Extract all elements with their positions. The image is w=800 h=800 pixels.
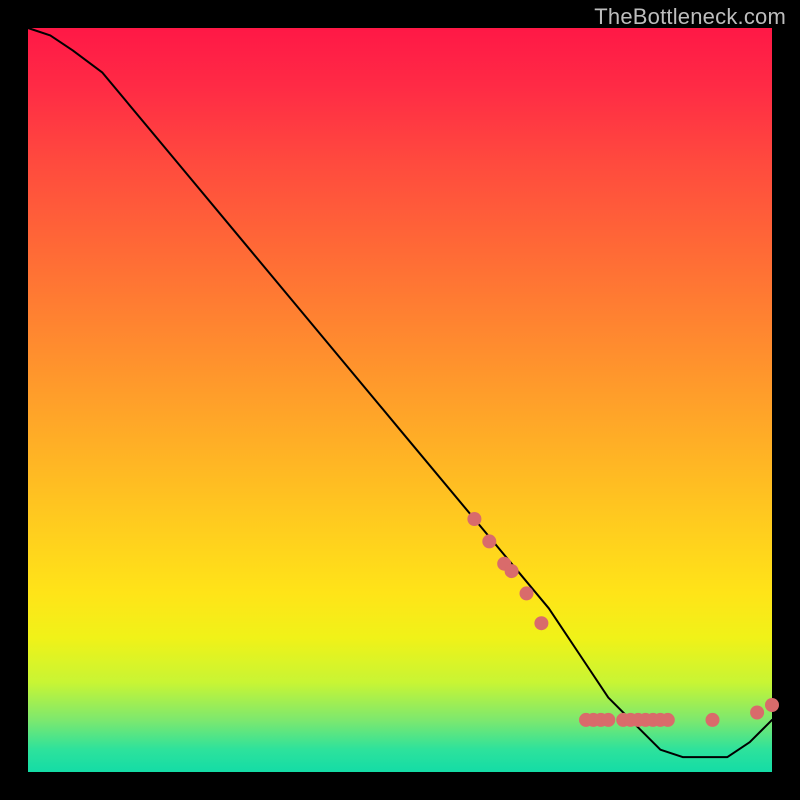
marker-point [505, 564, 519, 578]
marker-group [467, 512, 779, 727]
marker-point [520, 586, 534, 600]
marker-point [482, 534, 496, 548]
watermark-label: TheBottleneck.com [594, 4, 786, 30]
bottleneck-curve-line [28, 28, 772, 757]
marker-point [467, 512, 481, 526]
marker-point [765, 698, 779, 712]
marker-point [601, 713, 615, 727]
marker-point [750, 706, 764, 720]
chart-overlay-svg [28, 28, 772, 772]
marker-point [661, 713, 675, 727]
marker-point [706, 713, 720, 727]
marker-point [534, 616, 548, 630]
chart-frame: TheBottleneck.com [0, 0, 800, 800]
